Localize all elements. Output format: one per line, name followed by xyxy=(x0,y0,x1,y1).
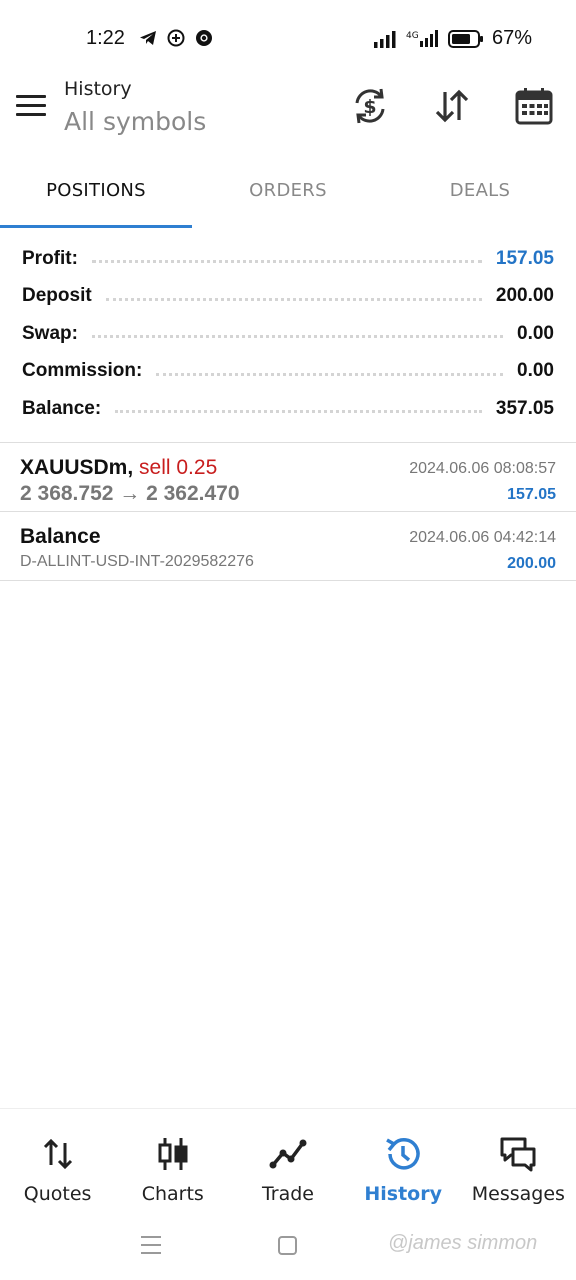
sort-button[interactable] xyxy=(432,86,472,126)
deal-symbol: Balance xyxy=(20,525,101,549)
summary-row-profit: Profit: 157.05 xyxy=(0,240,576,278)
chrome-icon xyxy=(196,30,212,46)
trade-icon xyxy=(269,1139,307,1169)
nav-label: Messages xyxy=(471,1183,565,1205)
nav-charts[interactable]: Charts xyxy=(115,1109,230,1212)
deal-amount: 157.05 xyxy=(507,486,556,503)
summary-row-swap: Swap: 0.00 xyxy=(0,315,576,353)
status-bar: 1:22 4G 67% xyxy=(0,0,576,78)
history-icon xyxy=(386,1138,420,1170)
signal-icon xyxy=(373,30,396,48)
currency-refresh-button[interactable]: $ xyxy=(350,86,390,126)
dot-leader xyxy=(156,372,504,376)
dot-leader xyxy=(115,410,482,414)
tab-positions[interactable]: POSITIONS xyxy=(0,164,192,228)
telegram-icon xyxy=(140,31,156,45)
currency-refresh-icon: $ xyxy=(355,88,385,124)
divider xyxy=(0,511,576,512)
list-item[interactable]: XAUUSDm, sell 0.25 2 368.752 → 2 362.470… xyxy=(0,444,576,512)
symbol-filter[interactable]: All symbols xyxy=(64,107,206,136)
dot-leader xyxy=(91,335,504,339)
app-header: History All symbols $ xyxy=(0,78,576,154)
commission-value: 0.00 xyxy=(517,360,554,382)
nav-label: Charts xyxy=(141,1183,204,1205)
menu-button[interactable] xyxy=(16,94,48,120)
balance-label: Balance: xyxy=(22,397,102,419)
nav-label: Quotes xyxy=(23,1183,92,1205)
quotes-icon xyxy=(43,1138,72,1170)
battery-percent: 67% xyxy=(491,27,532,49)
circle-plus-icon xyxy=(167,29,185,47)
profit-value: 157.05 xyxy=(495,247,554,269)
watermark: @james simmon xyxy=(388,1232,538,1254)
balance-value: 357.05 xyxy=(495,397,554,419)
nav-history[interactable]: History xyxy=(346,1109,461,1212)
divider xyxy=(0,442,576,443)
home-button[interactable] xyxy=(278,1236,297,1255)
deal-action: sell 0.25 xyxy=(139,456,218,479)
svg-text:$: $ xyxy=(363,96,376,118)
deal-prices: 2 368.752 → 2 362.470 xyxy=(20,482,240,505)
nav-messages[interactable]: Messages xyxy=(461,1109,576,1212)
tab-deals[interactable]: DEALS xyxy=(384,164,576,228)
deal-amount: 200.00 xyxy=(507,555,556,572)
header-actions: $ xyxy=(350,86,554,126)
deal-symbol-name: XAUUSDm, xyxy=(20,456,134,479)
status-time: 1:22 xyxy=(86,27,125,49)
profit-label: Profit: xyxy=(22,247,78,269)
summary-panel: Profit: 157.05 Deposit 200.00 Swap: 0.00… xyxy=(0,240,576,428)
summary-row-deposit: Deposit 200.00 xyxy=(0,278,576,316)
recent-apps-button[interactable] xyxy=(141,1236,161,1254)
nav-label: History xyxy=(364,1183,442,1205)
deposit-label: Deposit xyxy=(22,285,92,307)
bottom-navigation: Quotes Charts Trade History Messages xyxy=(0,1108,576,1212)
deal-time: 2024.06.06 08:08:57 xyxy=(409,460,556,477)
tab-orders[interactable]: ORDERS xyxy=(192,164,384,228)
nav-trade[interactable]: Trade xyxy=(230,1109,345,1212)
nav-quotes[interactable]: Quotes xyxy=(0,1109,115,1212)
status-notification-icons xyxy=(138,28,214,48)
swap-value: 0.00 xyxy=(517,322,554,344)
summary-row-commission: Commission: 0.00 xyxy=(0,353,576,391)
swap-label: Swap: xyxy=(22,322,78,344)
calendar-button[interactable] xyxy=(514,86,554,126)
divider xyxy=(0,580,576,581)
system-navigation-bar: @james simmon xyxy=(0,1212,576,1280)
svg-text:4G: 4G xyxy=(406,31,419,41)
list-item[interactable]: Balance D-ALLINT-USD-INT-2029582276 2024… xyxy=(0,513,576,581)
nav-label: Trade xyxy=(261,1183,314,1205)
dot-leader xyxy=(105,297,482,301)
dot-leader xyxy=(91,260,482,264)
commission-label: Commission: xyxy=(22,360,143,382)
battery-icon xyxy=(447,29,483,48)
messages-icon xyxy=(500,1137,536,1172)
charts-icon xyxy=(158,1138,188,1170)
signal-4g-icon: 4G xyxy=(406,29,438,47)
deposit-value: 200.00 xyxy=(495,285,554,307)
history-tabs: POSITIONS ORDERS DEALS xyxy=(0,164,576,228)
page-title: History xyxy=(64,78,132,100)
sort-icon xyxy=(435,89,469,123)
deal-time: 2024.06.06 04:42:14 xyxy=(409,529,556,546)
calendar-icon xyxy=(515,88,553,125)
summary-row-balance: Balance: 357.05 xyxy=(0,390,576,428)
status-right-group: 4G 67% xyxy=(373,27,532,50)
deal-symbol-name: Balance xyxy=(20,525,101,548)
deal-symbol: XAUUSDm, sell 0.25 xyxy=(20,456,217,480)
deal-comment: D-ALLINT-USD-INT-2029582276 xyxy=(20,553,254,570)
